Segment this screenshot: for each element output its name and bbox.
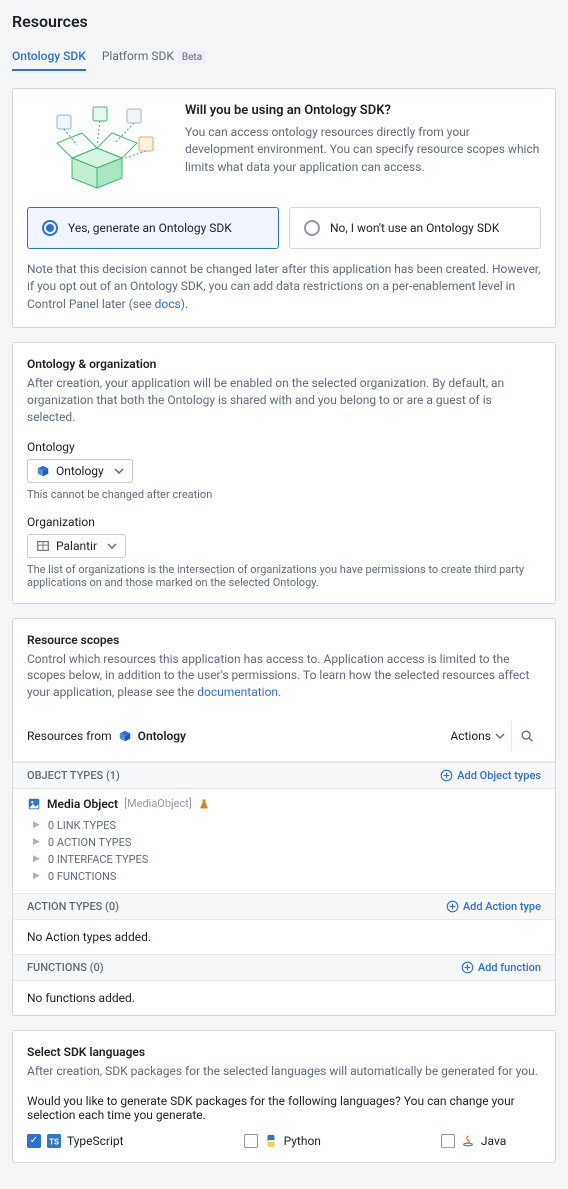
python-icon — [264, 1134, 278, 1148]
org-section-title: Ontology & organization — [27, 357, 541, 371]
box-illustration — [27, 103, 167, 193]
svg-text:TS: TS — [49, 1137, 59, 1146]
tab-platform-label: Platform SDK — [102, 49, 174, 63]
image-icon — [27, 797, 41, 811]
add-object-types-button[interactable]: Add Object types — [440, 769, 541, 782]
choice-yes-ontology-sdk[interactable]: Yes, generate an Ontology SDK — [27, 207, 279, 249]
resources-from-label: Resources from — [27, 729, 112, 743]
docs-link[interactable]: docs — [155, 297, 181, 311]
search-icon — [520, 729, 534, 743]
plus-circle-icon — [461, 961, 474, 974]
plus-circle-icon — [446, 900, 459, 913]
triangle-right-icon: ▶ — [33, 871, 40, 881]
intro-note: Note that this decision cannot be change… — [27, 261, 541, 313]
sdk-languages-card: Select SDK languages After creation, SDK… — [12, 1030, 556, 1163]
checkbox-icon: ✓ — [27, 1134, 41, 1148]
scopes-title: Resource scopes — [27, 633, 541, 647]
no-action-types-text: No Action types added. — [13, 920, 555, 954]
object-type-row: Media Object [MediaObject] ▶0 LINK TYPES… — [13, 789, 555, 893]
tree-item-link-types[interactable]: ▶0 LINK TYPES — [33, 817, 541, 834]
add-function-button[interactable]: Add function — [461, 961, 541, 974]
organization-hint: The list of organizations is the interse… — [27, 563, 541, 589]
functions-header: FUNCTIONS (0) — [27, 961, 104, 974]
scopes-desc: Control which resources this application… — [27, 651, 541, 701]
ontology-select[interactable]: Ontology — [27, 459, 133, 483]
sdk-tabs: Ontology SDK Platform SDK Beta — [12, 43, 556, 72]
organization-select[interactable]: Palantir — [27, 534, 126, 558]
organization-field-label: Organization — [27, 515, 541, 529]
experimental-icon — [198, 798, 210, 810]
cube-icon — [36, 464, 50, 478]
add-action-type-button[interactable]: Add Action type — [446, 900, 541, 913]
langs-desc: After creation, SDK packages for the sel… — [27, 1063, 541, 1080]
org-icon — [36, 539, 50, 553]
ontology-field-label: Ontology — [27, 440, 541, 454]
cube-icon — [118, 729, 132, 743]
intro-heading: Will you be using an Ontology SDK? — [185, 103, 541, 118]
lang-python[interactable]: ✓ Python — [244, 1134, 321, 1148]
resource-scopes-card: Resource scopes Control which resources … — [12, 618, 556, 1016]
no-functions-text: No functions added. — [13, 981, 555, 1015]
choice-no-ontology-sdk[interactable]: No, I won't use an Ontology SDK — [289, 207, 541, 249]
action-types-header: ACTION TYPES (0) — [27, 900, 119, 913]
lang-java[interactable]: ✓ Java — [441, 1134, 506, 1148]
lang-typescript[interactable]: ✓ TS TypeScript — [27, 1134, 124, 1148]
langs-question: Would you like to generate SDK packages … — [27, 1094, 541, 1122]
page-title: Resources — [12, 12, 556, 31]
lang-typescript-label: TypeScript — [67, 1134, 124, 1148]
actions-button[interactable]: Actions — [444, 725, 511, 747]
tab-ontology-sdk[interactable]: Ontology SDK — [12, 43, 86, 71]
beta-badge: Beta — [178, 51, 206, 64]
lang-java-label: Java — [481, 1134, 506, 1148]
chevron-down-icon — [495, 731, 505, 741]
object-type-api-name: [MediaObject] — [124, 797, 192, 810]
tree-item-action-types[interactable]: ▶0 ACTION TYPES — [33, 834, 541, 851]
chevron-down-icon — [114, 466, 124, 476]
typescript-icon: TS — [47, 1134, 61, 1148]
langs-title: Select SDK languages — [27, 1045, 541, 1059]
triangle-right-icon: ▶ — [33, 854, 40, 864]
organization-select-value: Palantir — [56, 539, 97, 553]
radio-icon — [304, 220, 320, 236]
tab-platform-sdk[interactable]: Platform SDK Beta — [102, 43, 206, 71]
org-section-desc: After creation, your application will be… — [27, 375, 541, 425]
java-icon — [461, 1134, 475, 1148]
lang-python-label: Python — [284, 1134, 321, 1148]
object-types-header: OBJECT TYPES (1) — [27, 769, 120, 782]
ontology-hint: This cannot be changed after creation — [27, 488, 541, 501]
tree-item-interface-types[interactable]: ▶0 INTERFACE TYPES — [33, 851, 541, 868]
intro-body: You can access ontology resources direct… — [185, 124, 541, 176]
search-button[interactable] — [511, 721, 541, 751]
checkbox-icon: ✓ — [244, 1134, 258, 1148]
chevron-down-icon — [107, 541, 117, 551]
ontology-sdk-intro-card: Will you be using an Ontology SDK? You c… — [12, 88, 556, 328]
ontology-organization-card: Ontology & organization After creation, … — [12, 342, 556, 603]
radio-icon — [42, 220, 58, 236]
object-type-name: Media Object — [47, 797, 118, 811]
plus-circle-icon — [440, 769, 453, 782]
tree-item-functions[interactable]: ▶0 FUNCTIONS — [33, 868, 541, 885]
triangle-right-icon: ▶ — [33, 837, 40, 847]
documentation-link[interactable]: documentation — [197, 685, 278, 699]
choice-no-label: No, I won't use an Ontology SDK — [330, 221, 499, 235]
checkbox-icon: ✓ — [441, 1134, 455, 1148]
choice-yes-label: Yes, generate an Ontology SDK — [68, 221, 232, 235]
resources-from-ontology-name: Ontology — [138, 729, 186, 743]
triangle-right-icon: ▶ — [33, 820, 40, 830]
ontology-select-value: Ontology — [56, 464, 104, 478]
